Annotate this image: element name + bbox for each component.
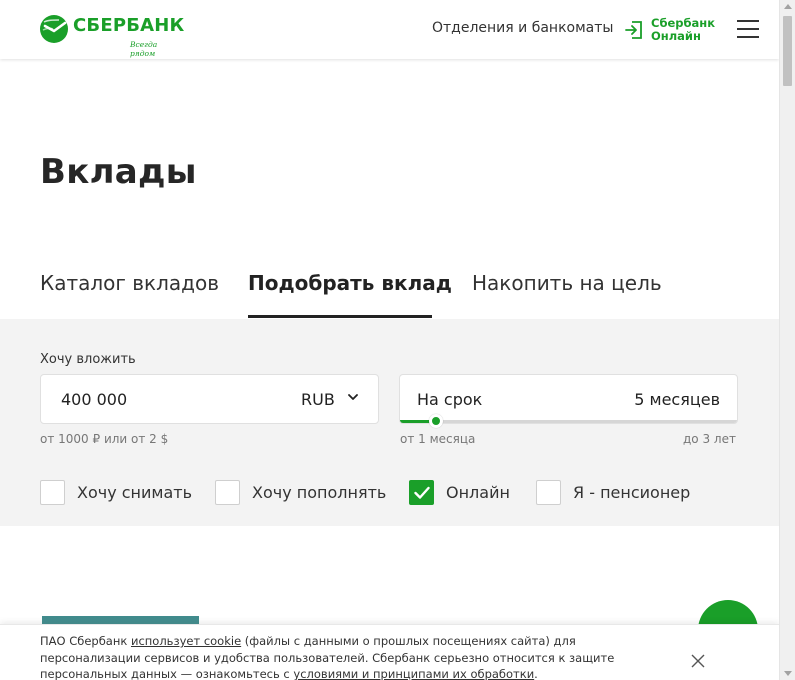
close-icon[interactable]: [691, 654, 705, 668]
tab-choose-deposit[interactable]: Подобрать вклад: [248, 271, 452, 295]
cookie-banner: ПАО Сбербанк использует cookie (файлы с …: [0, 624, 779, 680]
cookie-text-part: ПАО Сбербанк: [40, 634, 131, 648]
term-label: На срок: [417, 390, 483, 409]
site-header: СБЕРБАНК Всегда рядом Отделения и банком…: [0, 0, 779, 59]
login-icon: [625, 21, 642, 39]
term-slider-track[interactable]: [400, 420, 737, 423]
chevron-down-icon[interactable]: [348, 392, 358, 402]
sberbank-logo-icon: [40, 15, 68, 43]
online-link-line2: Онлайн: [651, 28, 701, 43]
page-title: Вклады: [40, 152, 197, 192]
menu-icon[interactable]: [737, 19, 759, 39]
page-scrollbar[interactable]: [779, 0, 795, 680]
sberbank-logo[interactable]: СБЕРБАНК Всегда рядом: [39, 14, 184, 58]
active-tab-indicator: [248, 315, 432, 318]
cookie-text: ПАО Сбербанк использует cookie (файлы с …: [40, 633, 640, 680]
online-link-line1: Сбербанк: [651, 16, 716, 30]
logo-tagline: Всегда рядом: [130, 40, 158, 58]
checkbox-label: Хочу пополнять: [252, 483, 387, 502]
scroll-down-arrow-icon[interactable]: [784, 671, 792, 676]
cookie-policy-link[interactable]: использует cookie: [131, 634, 241, 648]
checkbox-label: Онлайн: [446, 483, 510, 502]
term-slider-handle[interactable]: [429, 414, 443, 428]
checkbox-withdraw[interactable]: [40, 480, 65, 505]
invest-amount-label: Хочу вложить: [40, 352, 136, 367]
branches-link[interactable]: Отделения и банкоматы: [432, 20, 613, 36]
amount-field[interactable]: 400 000 RUB: [40, 374, 379, 424]
checkbox-replenish[interactable]: [215, 480, 240, 505]
term-field[interactable]: На срок 5 месяцев: [399, 374, 738, 424]
amount-input[interactable]: 400 000: [61, 390, 127, 409]
checkbox-pensioner[interactable]: [536, 480, 561, 505]
deposit-filter-panel: Хочу вложить 400 000 RUB от 1000 ₽ или о…: [0, 319, 779, 526]
checkbox-online[interactable]: [409, 480, 434, 505]
logo-text: СБЕРБАНК: [73, 15, 185, 36]
term-min-hint: от 1 месяца: [400, 432, 476, 446]
checkbox-label: Я - пенсионер: [573, 483, 691, 502]
scrollbar-thumb[interactable]: [783, 16, 792, 86]
scroll-up-arrow-icon[interactable]: [784, 4, 792, 9]
currency-select[interactable]: RUB: [301, 390, 335, 409]
data-processing-link[interactable]: условиями и принципами их обработки: [293, 667, 534, 680]
checkbox-label: Хочу снимать: [77, 483, 193, 502]
tab-deposit-catalog[interactable]: Каталог вкладов: [40, 271, 219, 295]
checkmark-icon: [414, 486, 430, 499]
term-max-hint: до 3 лет: [683, 432, 736, 446]
amount-hint: от 1000 ₽ или от 2 $: [40, 432, 169, 446]
cookie-text-part: .: [534, 667, 538, 680]
term-value: 5 месяцев: [634, 390, 720, 409]
tab-save-for-goal[interactable]: Накопить на цель: [472, 271, 662, 295]
